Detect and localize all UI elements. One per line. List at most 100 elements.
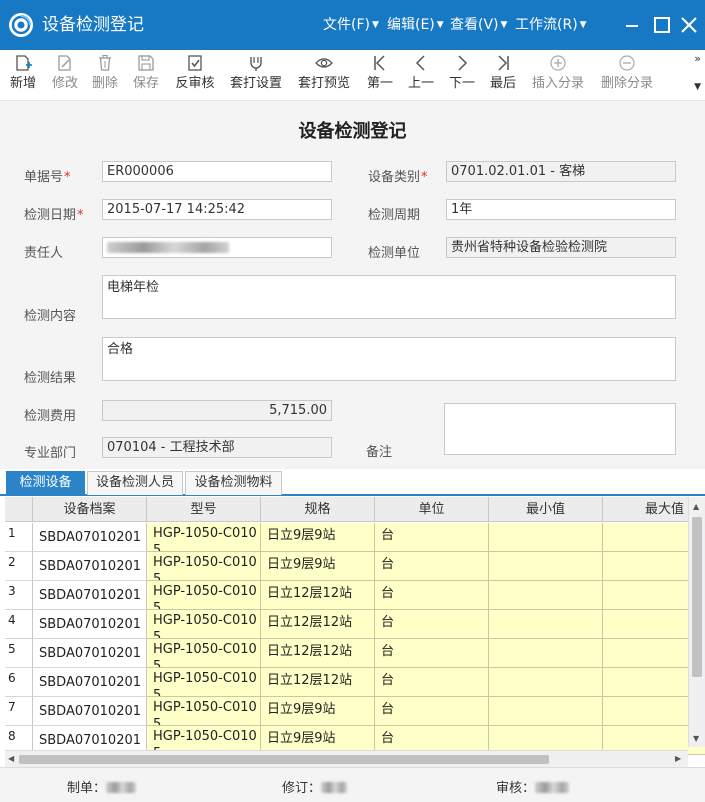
- grid-cell-spec[interactable]: 日立12层12站: [261, 610, 375, 639]
- grid-cell-spec[interactable]: 日立12层12站: [261, 639, 375, 668]
- table-row[interactable]: 6 SBDA07010201 HGP-1050-C0105 日立12层12站台: [5, 668, 705, 697]
- toolbar-edit-button[interactable]: 修改: [46, 50, 84, 100]
- form-area: 设备检测登记 单据号* ER000006 设备类别* 0701.02.01.01…: [0, 100, 705, 470]
- category-label: 设备类别*: [368, 166, 428, 185]
- grid-vertical-scrollbar[interactable]: ▲ ▼: [688, 497, 705, 747]
- grid-cell-unit[interactable]: 台: [375, 639, 489, 668]
- table-row[interactable]: 4 SBDA07010201 HGP-1050-C0105 日立12层12站台: [5, 610, 705, 639]
- grid-cell-min[interactable]: [489, 668, 603, 697]
- toolbar-print-preview-button[interactable]: 套打预览: [295, 50, 353, 100]
- grid-cell-unit[interactable]: 台: [375, 523, 489, 552]
- table-row[interactable]: 5 SBDA07010201 HGP-1050-C0105 日立12层12站台: [5, 639, 705, 668]
- table-row[interactable]: 2 SBDA07010201 HGP-1050-C0105 日立9层9站台: [5, 552, 705, 581]
- grid-cell-min[interactable]: [489, 697, 603, 726]
- grid-cell-min[interactable]: [489, 552, 603, 581]
- grid-vertical-scroll-thumb[interactable]: [692, 517, 702, 677]
- grid-header-min[interactable]: 最小值: [489, 497, 603, 522]
- grid-cell-equipment-file[interactable]: SBDA07010201: [33, 552, 147, 581]
- grid-cell-unit[interactable]: 台: [375, 552, 489, 581]
- scroll-down-icon[interactable]: ▼: [693, 734, 699, 744]
- grid-cell-spec[interactable]: 日立12层12站: [261, 581, 375, 610]
- grid-cell-model[interactable]: HGP-1050-C0105: [147, 697, 261, 726]
- grid-header-spec[interactable]: 规格: [261, 497, 375, 522]
- grid-cell-unit[interactable]: 台: [375, 581, 489, 610]
- toolbar-delete-entry-button[interactable]: 删除分录: [598, 50, 656, 100]
- grid-cell-model[interactable]: HGP-1050-C0105: [147, 639, 261, 668]
- grid-cell-equipment-file[interactable]: SBDA07010201: [33, 581, 147, 610]
- remark-textarea[interactable]: [444, 403, 676, 455]
- prev-icon: [411, 54, 431, 72]
- toolbar-next-button[interactable]: 下一: [444, 50, 480, 100]
- grid-cell-equipment-file[interactable]: SBDA07010201: [33, 639, 147, 668]
- table-row[interactable]: 7 SBDA07010201 HGP-1050-C0105 日立9层9站台: [5, 697, 705, 726]
- toolbar-last-button[interactable]: 最后: [485, 50, 521, 100]
- grid-cell-equipment-file[interactable]: SBDA07010201: [33, 668, 147, 697]
- maximize-button[interactable]: [651, 14, 673, 36]
- scroll-up-icon[interactable]: ▲: [693, 502, 699, 512]
- toolbar-print-settings-button[interactable]: 套打设置: [227, 50, 285, 100]
- grid-cell-equipment-file[interactable]: SBDA07010201: [33, 697, 147, 726]
- grid-cell-model[interactable]: HGP-1050-C0105: [147, 552, 261, 581]
- close-button[interactable]: [678, 14, 700, 36]
- minimize-icon: [626, 25, 638, 27]
- grid-cell-unit[interactable]: 台: [375, 668, 489, 697]
- grid-cell-model[interactable]: HGP-1050-C0105: [147, 523, 261, 552]
- toolbar-unapprove-button[interactable]: 反审核: [172, 50, 218, 100]
- grid-cell-min[interactable]: [489, 639, 603, 668]
- grid-horizontal-scrollbar[interactable]: ◀ ▶: [5, 750, 688, 767]
- grid-cell-model[interactable]: HGP-1050-C0105: [147, 581, 261, 610]
- toolbar-first-button[interactable]: 第一: [362, 50, 398, 100]
- scroll-right-icon[interactable]: ▶: [675, 754, 681, 764]
- content-textarea[interactable]: 电梯年检: [102, 275, 676, 319]
- dept-field[interactable]: 070104 - 工程技术部: [102, 437, 332, 458]
- grid-cell-model[interactable]: HGP-1050-C0105: [147, 668, 261, 697]
- grid-cell-spec[interactable]: 日立9层9站: [261, 552, 375, 581]
- cycle-field[interactable]: 1年: [446, 199, 676, 220]
- grid-cell-unit[interactable]: 台: [375, 697, 489, 726]
- grid-cell-equipment-file[interactable]: SBDA07010201: [33, 610, 147, 639]
- owner-field[interactable]: [102, 237, 332, 258]
- tab-inspection-materials[interactable]: 设备检测物料: [185, 471, 282, 495]
- grid-cell-unit[interactable]: 台: [375, 610, 489, 639]
- grid-horizontal-scroll-thumb[interactable]: [19, 755, 549, 764]
- fee-field[interactable]: 5,715.00: [102, 400, 332, 421]
- grid-cell-model[interactable]: HGP-1050-C0105: [147, 610, 261, 639]
- tab-inspection-equipment[interactable]: 检测设备: [6, 471, 85, 495]
- category-field[interactable]: 0701.02.01.01 - 客梯: [446, 161, 676, 182]
- grid-cell-min[interactable]: [489, 610, 603, 639]
- grid-cell-equipment-file[interactable]: SBDA07010201: [33, 523, 147, 552]
- menu-edit[interactable]: 编辑(E) ▼: [387, 16, 444, 34]
- menu-file-caret-icon: ▼: [371, 20, 379, 30]
- result-textarea[interactable]: 合格: [102, 337, 676, 381]
- grid-cell-min[interactable]: [489, 523, 603, 552]
- toolbar-delete-button[interactable]: 删除: [86, 50, 124, 100]
- menu-workflow[interactable]: 工作流(R) ▼: [515, 16, 587, 34]
- first-icon: [370, 54, 390, 72]
- menu-view-caret-icon: ▼: [500, 20, 508, 30]
- grid-header-equipment-file[interactable]: 设备档案: [33, 497, 147, 522]
- grid-cell-spec[interactable]: 日立12层12站: [261, 668, 375, 697]
- toolbar-overflow-icon[interactable]: »: [694, 52, 701, 65]
- date-field[interactable]: 2015-07-17 14:25:42: [102, 199, 332, 220]
- menu-file[interactable]: 文件(F) ▼: [323, 16, 379, 34]
- grid-header-unit[interactable]: 单位: [375, 497, 489, 522]
- tab-inspection-personnel[interactable]: 设备检测人员: [87, 471, 183, 495]
- toolbar-prev-button[interactable]: 上一: [403, 50, 439, 100]
- grid-cell-spec[interactable]: 日立9层9站: [261, 523, 375, 552]
- doc-no-field[interactable]: ER000006: [102, 161, 332, 182]
- grid-cell-spec[interactable]: 日立9层9站: [261, 697, 375, 726]
- grid-cell-min[interactable]: [489, 581, 603, 610]
- toolbar-save-button[interactable]: 保存: [127, 50, 165, 100]
- minimize-button[interactable]: [621, 14, 643, 36]
- menu-view[interactable]: 查看(V) ▼: [450, 16, 507, 34]
- date-label: 检测日期*: [24, 204, 84, 223]
- toolbar-add-button[interactable]: 新增: [4, 50, 42, 100]
- unit-field[interactable]: 贵州省特种设备检验检测院: [446, 237, 676, 258]
- scroll-left-icon[interactable]: ◀: [8, 754, 14, 764]
- table-row[interactable]: 1 SBDA07010201 HGP-1050-C0105 日立9层9站台: [5, 523, 705, 552]
- toolbar-dropdown-icon[interactable]: ▼: [694, 82, 701, 92]
- table-row[interactable]: 3 SBDA07010201 HGP-1050-C0105 日立12层12站台: [5, 581, 705, 610]
- grid-cell-rownum: 6: [5, 668, 33, 697]
- grid-header-model[interactable]: 型号: [147, 497, 261, 522]
- toolbar-insert-entry-button[interactable]: 插入分录: [529, 50, 587, 100]
